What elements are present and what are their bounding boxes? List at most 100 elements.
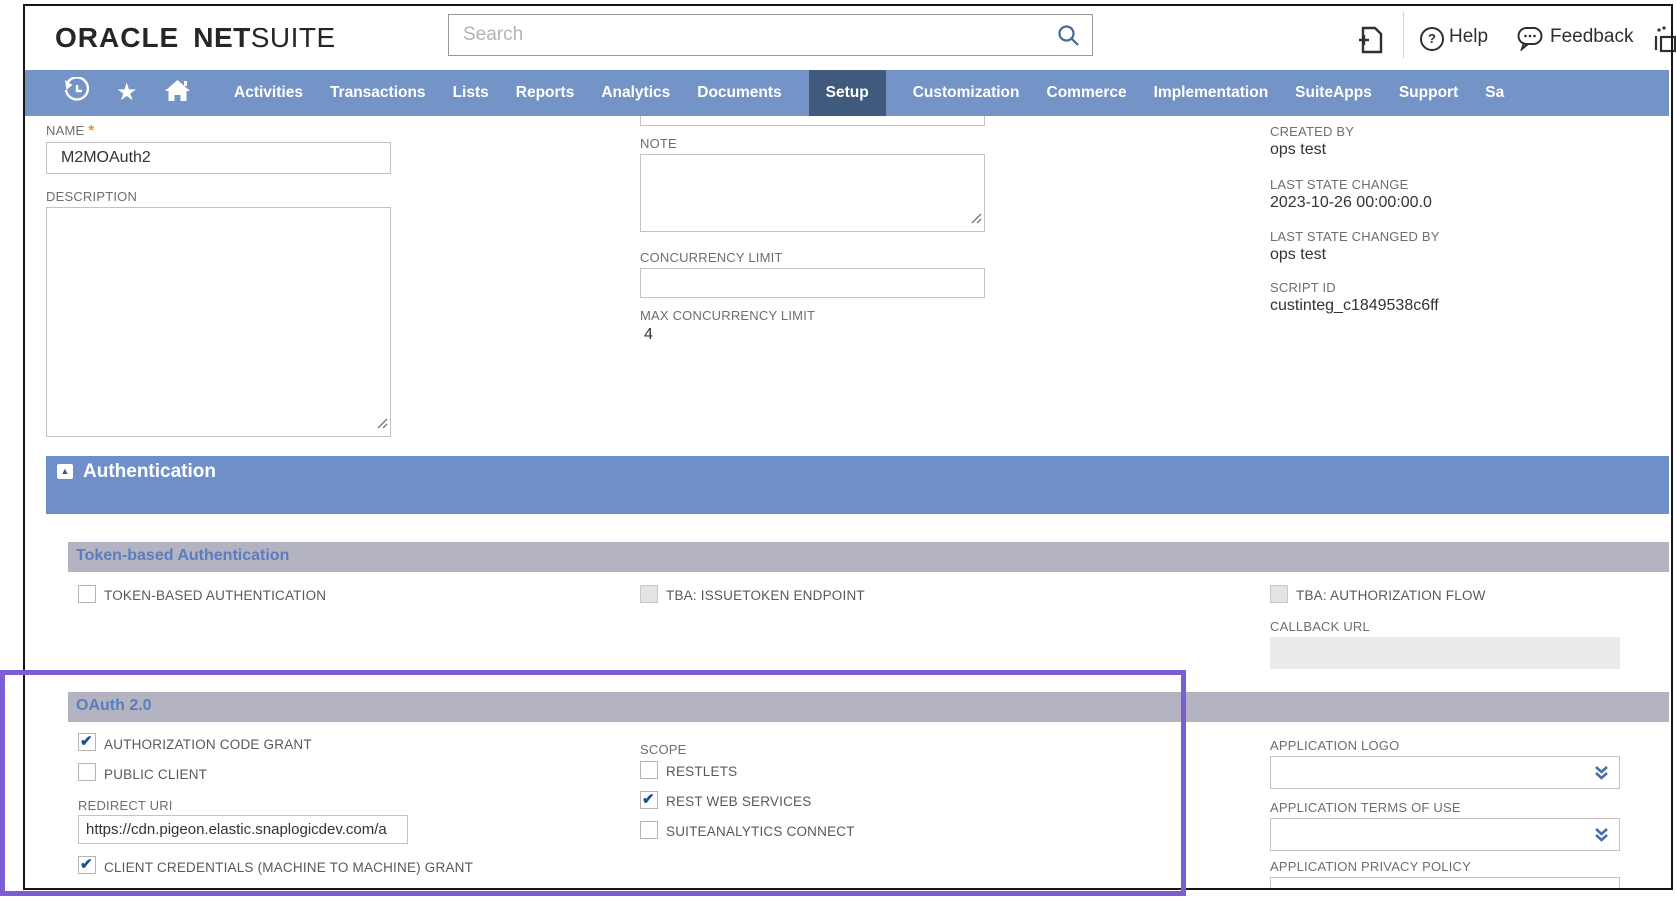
max-concurrency-limit-value: 4 bbox=[644, 326, 653, 344]
application-privacy-label: APPLICATION PRIVACY POLICY bbox=[1270, 859, 1471, 874]
public-client-checkbox[interactable]: ✔ bbox=[78, 763, 96, 781]
authentication-section-header: ▲ Authentication bbox=[46, 456, 1669, 514]
callback-url-input bbox=[1270, 637, 1620, 669]
token-based-authentication-label: TOKEN-BASED AUTHENTICATION bbox=[104, 588, 326, 603]
created-by-value: ops test bbox=[1270, 141, 1326, 159]
note-field bbox=[640, 154, 985, 232]
name-input[interactable] bbox=[47, 143, 390, 173]
main-navigation: ★ Activities Transactions Lists Reports … bbox=[25, 70, 1669, 116]
callback-url-field bbox=[1270, 637, 1620, 669]
restlets-label: RESTLETS bbox=[666, 764, 737, 779]
nav-sa-partial[interactable]: Sa bbox=[1485, 84, 1504, 102]
last-state-change-value: 2023-10-26 00:00:00.0 bbox=[1270, 194, 1432, 212]
nav-analytics[interactable]: Analytics bbox=[601, 84, 670, 102]
nav-commerce[interactable]: Commerce bbox=[1047, 84, 1127, 102]
collapse-section-icon[interactable]: ▲ bbox=[57, 464, 73, 479]
nav-customization[interactable]: Customization bbox=[913, 84, 1020, 102]
concurrency-limit-label: CONCURRENCY LIMIT bbox=[640, 250, 783, 265]
help-icon[interactable]: ? bbox=[1420, 27, 1444, 51]
client-credentials-grant-label: CLIENT CREDENTIALS (MACHINE TO MACHINE) … bbox=[104, 860, 473, 875]
created-by-label: CREATED BY bbox=[1270, 124, 1354, 139]
nav-activities[interactable]: Activities bbox=[234, 84, 303, 102]
global-search bbox=[448, 14, 1093, 56]
authorization-code-grant-label: AUTHORIZATION CODE GRANT bbox=[104, 737, 312, 752]
user-partial-icon[interactable] bbox=[1652, 24, 1676, 61]
script-id-value: custinteg_c1849538c6ff bbox=[1270, 297, 1439, 315]
feedback-icon[interactable] bbox=[1517, 26, 1543, 56]
redirect-uri-input[interactable] bbox=[79, 816, 407, 843]
oauth2-title: OAuth 2.0 bbox=[76, 697, 152, 715]
logo-suite-text: SUITE bbox=[251, 22, 336, 53]
nav-support[interactable]: Support bbox=[1399, 84, 1458, 102]
tba-issuetoken-endpoint-checkbox[interactable]: ✔ bbox=[640, 585, 658, 603]
name-label: NAME* bbox=[46, 122, 94, 139]
application-terms-label: APPLICATION TERMS OF USE bbox=[1270, 800, 1461, 815]
nav-setup[interactable]: Setup bbox=[809, 70, 886, 116]
nav-suiteapps[interactable]: SuiteApps bbox=[1295, 84, 1372, 102]
nav-implementation[interactable]: Implementation bbox=[1154, 84, 1269, 102]
logo-net-text: NET bbox=[193, 22, 251, 53]
header-divider bbox=[1403, 12, 1404, 58]
description-field bbox=[46, 207, 391, 437]
client-credentials-grant-checkbox[interactable]: ✔ bbox=[78, 856, 96, 874]
callback-url-label: CALLBACK URL bbox=[1270, 619, 1370, 634]
public-client-label: PUBLIC CLIENT bbox=[104, 767, 207, 782]
shortcuts-star-icon[interactable]: ★ bbox=[116, 81, 138, 105]
nav-transactions[interactable]: Transactions bbox=[330, 84, 426, 102]
search-input[interactable] bbox=[449, 15, 1092, 55]
double-chevron-down-icon bbox=[1594, 827, 1609, 843]
redirect-uri-label: REDIRECT URI bbox=[78, 798, 173, 813]
authorization-code-grant-checkbox[interactable]: ✔ bbox=[78, 733, 96, 751]
rest-web-services-label: REST WEB SERVICES bbox=[666, 794, 811, 809]
application-logo-select[interactable] bbox=[1270, 756, 1620, 789]
double-chevron-down-icon bbox=[1594, 765, 1609, 781]
oauth2-subheader: OAuth 2.0 bbox=[68, 692, 1669, 722]
max-concurrency-limit-label: MAX CONCURRENCY LIMIT bbox=[640, 308, 815, 323]
nav-documents[interactable]: Documents bbox=[697, 84, 781, 102]
create-new-icon[interactable] bbox=[1354, 24, 1386, 61]
checkmark-icon: ✔ bbox=[80, 734, 95, 750]
search-icon[interactable] bbox=[1057, 24, 1080, 52]
application-terms-select[interactable] bbox=[1270, 818, 1620, 851]
tba-issuetoken-endpoint-label: TBA: ISSUETOKEN ENDPOINT bbox=[666, 588, 865, 603]
home-icon[interactable] bbox=[164, 78, 191, 108]
logo-oracle-text: ORACLE bbox=[55, 22, 179, 53]
token-based-auth-subheader: Token-based Authentication bbox=[68, 542, 1669, 572]
nav-reports[interactable]: Reports bbox=[516, 84, 575, 102]
feedback-button[interactable]: Feedback bbox=[1550, 26, 1633, 48]
name-field bbox=[46, 142, 391, 174]
note-textarea[interactable] bbox=[641, 155, 984, 231]
oracle-netsuite-logo: ORACLE NETSUITE bbox=[55, 22, 336, 54]
last-state-change-label: LAST STATE CHANGE bbox=[1270, 177, 1409, 192]
recent-records-icon[interactable] bbox=[63, 77, 90, 109]
script-id-label: SCRIPT ID bbox=[1270, 280, 1336, 295]
description-label: DESCRIPTION bbox=[46, 189, 137, 204]
note-label: NOTE bbox=[640, 136, 677, 151]
nav-lists[interactable]: Lists bbox=[453, 84, 489, 102]
tba-authorization-flow-checkbox[interactable]: ✔ bbox=[1270, 585, 1288, 603]
last-state-changed-by-label: LAST STATE CHANGED BY bbox=[1270, 229, 1440, 244]
rest-web-services-checkbox[interactable]: ✔ bbox=[640, 791, 658, 809]
required-asterisk: * bbox=[88, 122, 94, 139]
resize-handle-icon[interactable] bbox=[970, 211, 982, 229]
restlets-checkbox[interactable]: ✔ bbox=[640, 761, 658, 779]
suiteanalytics-connect-label: SUITEANALYTICS CONNECT bbox=[666, 824, 855, 839]
suiteanalytics-connect-checkbox[interactable]: ✔ bbox=[640, 821, 658, 839]
help-button[interactable]: Help bbox=[1449, 26, 1488, 48]
tba-authorization-flow-label: TBA: AUTHORIZATION FLOW bbox=[1296, 588, 1486, 603]
application-privacy-field-partial[interactable] bbox=[1270, 877, 1620, 889]
redirect-uri-field bbox=[78, 815, 408, 844]
concurrency-limit-input[interactable] bbox=[641, 269, 984, 297]
checkmark-icon: ✔ bbox=[80, 857, 95, 873]
authentication-section-title: Authentication bbox=[83, 461, 216, 483]
last-state-changed-by-value: ops test bbox=[1270, 246, 1326, 264]
resize-handle-icon[interactable] bbox=[376, 416, 388, 434]
token-based-auth-title: Token-based Authentication bbox=[76, 547, 289, 565]
token-based-authentication-checkbox[interactable]: ✔ bbox=[78, 585, 96, 603]
netsuite-integration-page: ORACLE NETSUITE ? Help Feedback ★ Activit… bbox=[0, 0, 1676, 900]
checkmark-icon: ✔ bbox=[642, 792, 657, 808]
scope-label: SCOPE bbox=[640, 742, 687, 757]
description-textarea[interactable] bbox=[47, 208, 390, 436]
concurrency-limit-field bbox=[640, 268, 985, 298]
application-logo-label: APPLICATION LOGO bbox=[1270, 738, 1399, 753]
